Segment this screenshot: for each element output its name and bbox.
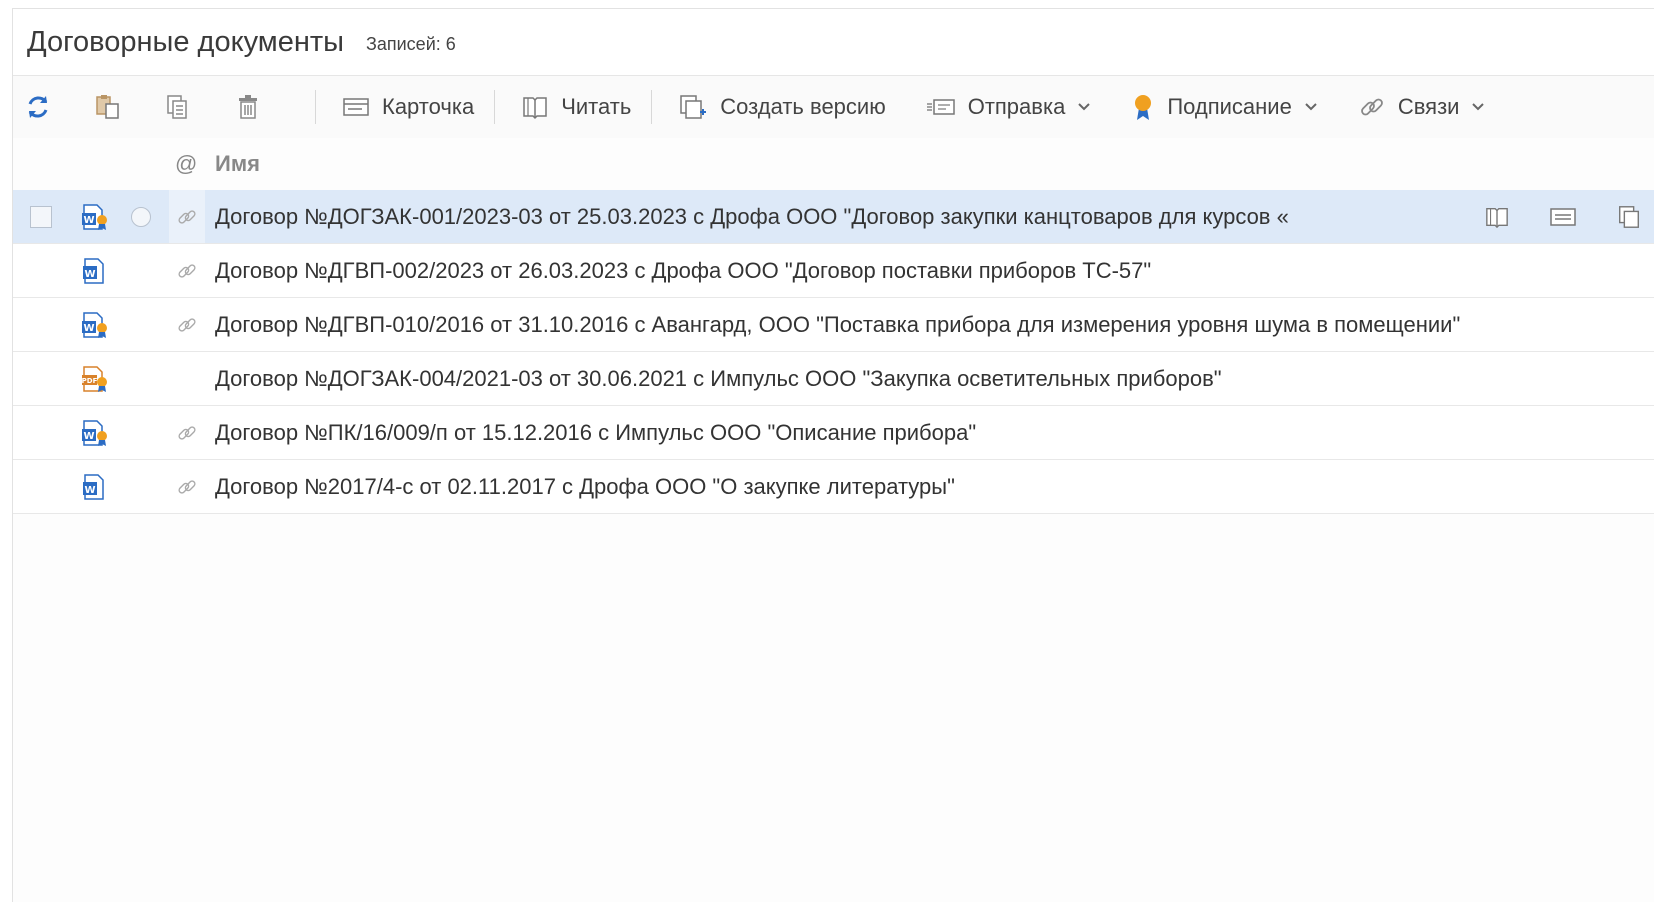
word-signed-document-icon: W [79, 310, 109, 340]
svg-text:PDF: PDF [82, 377, 98, 385]
word-document-icon: W [79, 472, 109, 502]
read-button[interactable]: Читать [513, 87, 639, 127]
read-label: Читать [561, 94, 632, 119]
send-button[interactable]: Отправка [918, 87, 1100, 127]
sign-label: Подписание [1167, 94, 1292, 119]
document-name[interactable]: Договор №ДОГЗАК-001/2023-03 от 25.03.202… [215, 204, 1463, 230]
page-header: Договорные документы Записей: 6 [13, 9, 1654, 76]
row-checkbox[interactable] [30, 205, 52, 228]
create-version-button[interactable]: Создать версию [670, 87, 893, 127]
copy-icon [1619, 205, 1639, 228]
sign-button[interactable]: Подписание [1123, 87, 1326, 127]
card-label: Карточка [382, 94, 475, 119]
links-button[interactable]: Связи [1350, 87, 1494, 127]
card-row-button[interactable] [1549, 203, 1577, 231]
chevron-down-icon [1471, 102, 1485, 112]
signature-badge-icon [1131, 92, 1155, 122]
word-signed-document-icon: W [79, 202, 109, 232]
document-name[interactable]: Договор №ДГВП-010/2016 от 31.10.2016 с А… [215, 312, 1654, 338]
create-version-label: Создать версию [720, 94, 886, 119]
svg-text:W: W [84, 269, 95, 280]
paste-button[interactable] [93, 92, 123, 122]
toolbar-separator [494, 90, 496, 124]
link-icon [169, 406, 205, 459]
document-name[interactable]: Договор №2017/4-с от 02.11.2017 с Дрофа … [215, 474, 1654, 500]
link-icon [169, 298, 205, 351]
svg-text:W: W [83, 323, 94, 334]
row-actions [1483, 203, 1643, 231]
pdf-signed-document-icon: PDF [79, 364, 109, 394]
document-name[interactable]: Договор №ДГВП-002/2023 от 26.03.2023 с Д… [215, 258, 1654, 284]
trash-icon [239, 95, 257, 119]
document-name[interactable]: Договор №ПК/16/009/п от 15.12.2016 с Имп… [215, 420, 1654, 446]
documents-window: Договорные документы Записей: 6 Карточка… [12, 8, 1654, 902]
document-list: W Договор №ДОГЗАК-001/2023-03 от 25.03.2… [13, 190, 1654, 514]
new-version-icon [678, 93, 708, 121]
table-row[interactable]: PDF Договор №ДОГЗАК-004/2021-03 от 30.06… [13, 352, 1654, 406]
copy-button[interactable] [163, 92, 193, 122]
table-row[interactable]: W Договор №ДГВП-002/2023 от 26.03.2023 с… [13, 244, 1654, 298]
link-icon [169, 460, 205, 513]
document-name[interactable]: Договор №ДОГЗАК-004/2021-03 от 30.06.202… [215, 366, 1654, 392]
copy-icon [167, 95, 187, 119]
table-row[interactable]: W Договор №2017/4-с от 02.11.2017 с Дроф… [13, 460, 1654, 514]
svg-text:W: W [84, 485, 95, 496]
chevron-down-icon [1304, 102, 1318, 112]
links-label: Связи [1397, 94, 1460, 119]
word-document-icon: W [79, 256, 109, 286]
svg-text:W: W [83, 215, 94, 226]
card-icon [1550, 207, 1576, 226]
table-row[interactable]: W Договор №ДГВП-010/2016 от 31.10.2016 с… [13, 298, 1654, 352]
word-signed-document-icon: W [79, 418, 109, 448]
link-icon [1358, 93, 1386, 121]
book-icon [1486, 207, 1508, 228]
book-icon [521, 94, 549, 120]
refresh-button[interactable] [23, 92, 53, 122]
svg-text:W: W [83, 431, 94, 442]
toolbar-separator [315, 90, 316, 124]
toolbar-separator [651, 90, 653, 124]
copy-row-button[interactable] [1615, 203, 1643, 231]
delete-button[interactable] [233, 92, 263, 122]
row-radio[interactable] [131, 206, 151, 227]
table-row[interactable]: W Договор №ДОГЗАК-001/2023-03 от 25.03.2… [13, 190, 1654, 244]
column-header-name[interactable]: Имя [215, 151, 260, 177]
column-header-email[interactable]: @ [175, 151, 197, 177]
records-count: Записей: 6 [366, 33, 456, 54]
column-header: @ Имя [13, 138, 1654, 190]
page-title: Договорные документы [27, 25, 344, 58]
send-icon [926, 96, 956, 118]
paste-icon [96, 95, 119, 119]
card-icon [342, 95, 370, 119]
chevron-down-icon [1077, 102, 1091, 112]
refresh-icon [28, 96, 48, 118]
card-button[interactable]: Карточка [334, 87, 482, 127]
read-row-button[interactable] [1483, 203, 1511, 231]
table-row[interactable]: W Договор №ПК/16/009/п от 15.12.2016 с И… [13, 406, 1654, 460]
link-icon [169, 190, 205, 243]
toolbar: Карточка Читать Создать версию Отправка [13, 76, 1654, 138]
link-icon [169, 244, 205, 297]
send-label: Отправка [967, 94, 1066, 119]
